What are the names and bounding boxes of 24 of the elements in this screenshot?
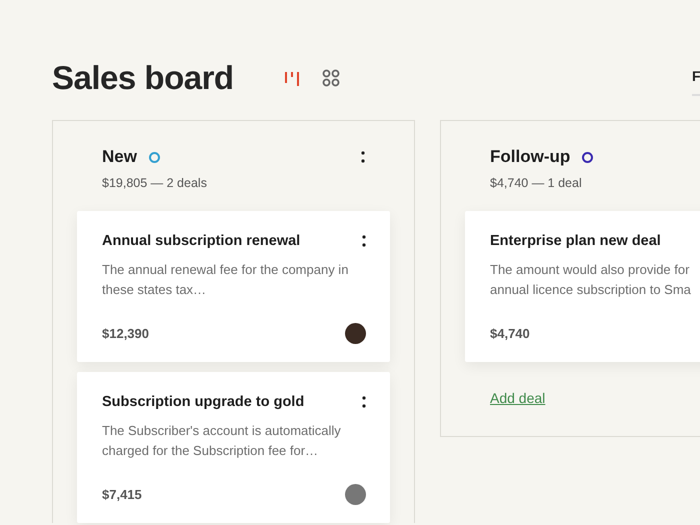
more-icon[interactable] bbox=[361, 151, 365, 163]
avatar bbox=[345, 484, 366, 504]
deal-title: Subscription upgrade to gold bbox=[102, 394, 304, 410]
deal-amount: $4,740 bbox=[490, 326, 530, 340]
avatar bbox=[345, 322, 366, 344]
deal-card[interactable]: Annual subscription renewal The annual renewal fee for the company in these states tax… $12,390 bbox=[77, 211, 390, 362]
deal-title: Enterprise plan new deal bbox=[490, 233, 661, 249]
nav-tab[interactable]: F bbox=[692, 62, 700, 96]
board-view-icon[interactable] bbox=[284, 70, 300, 86]
deal-amount: $7,415 bbox=[102, 486, 142, 502]
deal-description: The amount would also provide for annual licence subscription to Sma bbox=[490, 261, 692, 299]
deal-amount: $12,390 bbox=[102, 326, 149, 340]
column-summary: $19,805 — 2 deals bbox=[101, 176, 208, 190]
column-title: New bbox=[102, 147, 137, 167]
add-deal-link[interactable]: Add deal bbox=[490, 390, 546, 406]
deal-card[interactable]: Subscription upgrade to gold The Subscriber's account is automatically charged for the Subscription fee for… $7,415 bbox=[77, 372, 390, 523]
grid-view-icon[interactable] bbox=[322, 69, 340, 87]
deal-description: The Subscriber's account is automatically charged for the Subscription fee for… bbox=[102, 422, 342, 460]
deal-card[interactable]: Enterprise plan new deal The amount would also provide for annual licence subscription to Sma $4,740 bbox=[465, 211, 700, 362]
column-summary: $4,740 — 1 deal bbox=[489, 176, 583, 190]
deal-title: Annual subscription renewal bbox=[102, 233, 300, 249]
column-title: Follow-up bbox=[490, 147, 570, 167]
deal-description: The annual renewal fee for the company in these states tax… bbox=[102, 261, 350, 299]
page-title: Sales board bbox=[52, 59, 234, 97]
